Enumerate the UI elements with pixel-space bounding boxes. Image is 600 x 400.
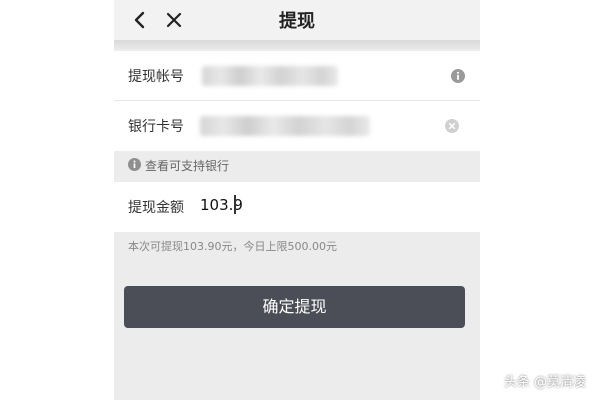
account-row[interactable]: 提现帐号 (114, 51, 480, 101)
confirm-withdraw-button[interactable]: 确定提现 (124, 286, 465, 328)
withdraw-screen: 提现 提现帐号 银行卡号 查看可支持银行 提现金额 103.9 本次可提现103… (114, 0, 480, 400)
clear-circle-icon[interactable] (445, 119, 459, 133)
account-value-redacted (202, 66, 338, 86)
account-label: 提现帐号 (128, 69, 184, 85)
text-cursor (234, 195, 236, 214)
supported-banks-text: 查看可支持银行 (145, 159, 230, 173)
amount-input[interactable]: 103.9 (200, 196, 243, 214)
watermark: 头条 @莫清凌 (503, 375, 586, 390)
bank-card-label: 银行卡号 (128, 119, 184, 135)
header-divider (114, 40, 480, 49)
screenshot-stage: 提现 提现帐号 银行卡号 查看可支持银行 提现金额 103.9 本次可提现103… (0, 0, 600, 400)
page-title: 提现 (279, 11, 315, 32)
withdraw-limit-note: 本次可提现103.90元，今日上限500.00元 (128, 240, 337, 253)
top-bar: 提现 (114, 0, 480, 40)
info-icon (128, 158, 141, 171)
amount-row: 提现金额 103.9 (114, 182, 480, 232)
bank-card-row[interactable]: 银行卡号 (114, 101, 480, 151)
bank-card-value-redacted (200, 116, 370, 136)
info-icon[interactable] (451, 69, 465, 83)
amount-label: 提现金额 (128, 200, 184, 216)
